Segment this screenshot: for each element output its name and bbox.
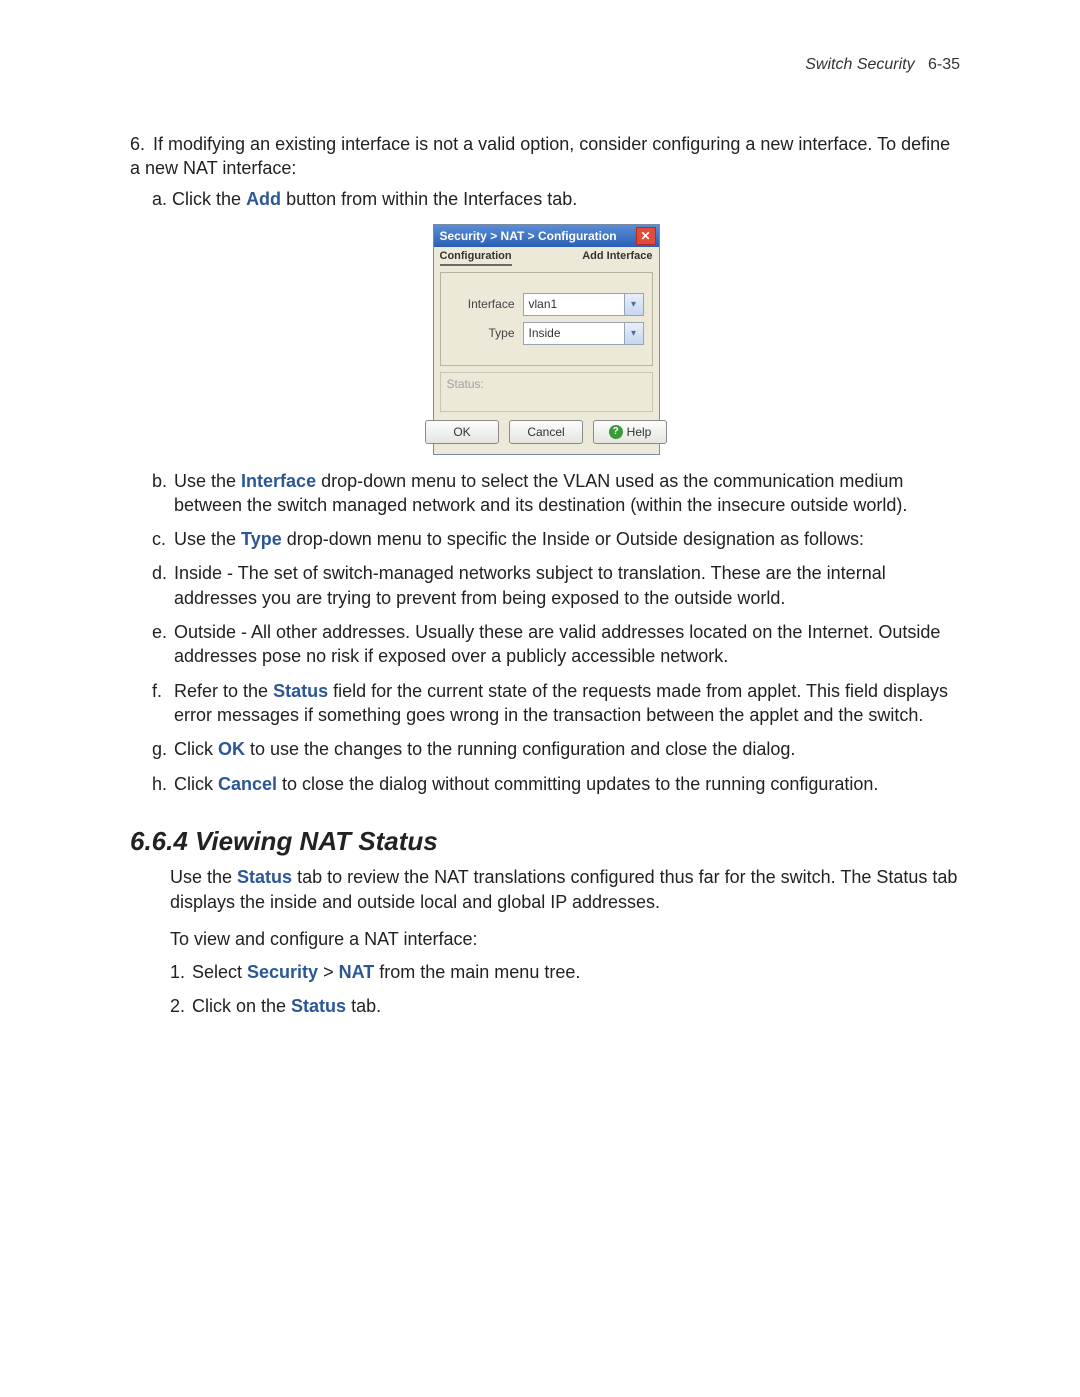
substep-list: b. Use the Interface drop-down menu to s…	[152, 469, 960, 796]
substep-a: a. Click the Add button from within the …	[152, 189, 960, 210]
nat-word: NAT	[339, 962, 375, 982]
page-header: Switch Security 6-35	[130, 56, 960, 74]
cancel-word: Cancel	[218, 774, 277, 794]
substep-text: Inside - The set of switch-managed netwo…	[174, 561, 960, 610]
substep-c: c. Use the Type drop-down menu to specif…	[152, 527, 960, 551]
panel-label-add-interface: Add Interface	[582, 250, 652, 266]
txt: Select	[192, 962, 247, 982]
substep-g: g. Click OK to use the changes to the ru…	[152, 737, 960, 761]
add-interface-dialog-figure: Security > NAT > Configuration ✕ Configu…	[433, 224, 658, 455]
substep-letter: g.	[152, 737, 174, 761]
ok-word: OK	[218, 739, 245, 759]
interface-word: Interface	[241, 471, 316, 491]
type-label: Type	[449, 326, 523, 340]
status-field: Status:	[440, 372, 653, 412]
substep-letter: d.	[152, 561, 174, 610]
substep-text: Click OK to use the changes to the runni…	[174, 737, 960, 761]
txt: Click	[174, 739, 218, 759]
document-page: Switch Security 6-35 6. If modifying an …	[0, 0, 1080, 1397]
substep-b: b. Use the Interface drop-down menu to s…	[152, 469, 960, 518]
substep-a-post: button from within the Interfaces tab.	[281, 189, 577, 209]
substep-e: e. Outside - All other addresses. Usuall…	[152, 620, 960, 669]
txt: Use the	[174, 529, 241, 549]
interface-row: Interface vlan1 ▾	[449, 293, 644, 316]
txt: Click	[174, 774, 218, 794]
step-number: 6.	[130, 132, 148, 156]
dialog-form-panel: Interface vlan1 ▾ Type Inside ▾	[440, 272, 653, 366]
txt: to use the changes to the running config…	[245, 739, 795, 759]
numbered-steps: 1. Select Security > NAT from the main m…	[170, 960, 960, 1018]
ok-button[interactable]: OK	[425, 420, 499, 444]
type-select[interactable]: Inside ▾	[523, 322, 644, 345]
step-number: 2.	[170, 994, 192, 1019]
substep-text: Use the Interface drop-down menu to sele…	[174, 469, 960, 518]
section-intro: Use the Status tab to review the NAT tra…	[170, 865, 960, 915]
dialog-tab-row: Configuration Add Interface	[434, 247, 659, 266]
section-lead: To view and configure a NAT interface:	[170, 927, 960, 952]
step-text: Select Security > NAT from the main menu…	[192, 960, 960, 985]
step-text: If modifying an existing interface is no…	[130, 134, 950, 178]
txt: Use the	[174, 471, 241, 491]
interface-label: Interface	[449, 297, 523, 311]
substep-h: h. Click Cancel to close the dialog with…	[152, 772, 960, 796]
substep-f: f. Refer to the Status field for the cur…	[152, 679, 960, 728]
substep-letter: c.	[152, 527, 174, 551]
add-word: Add	[246, 189, 281, 209]
type-select-value: Inside	[529, 326, 561, 340]
step-text: Click on the Status tab.	[192, 994, 960, 1019]
interface-select-value: vlan1	[529, 297, 558, 311]
page-ref: 6-35	[928, 56, 960, 73]
step-number: 1.	[170, 960, 192, 985]
section-body: Use the Status tab to review the NAT tra…	[170, 865, 960, 1019]
substep-letter: e.	[152, 620, 174, 669]
substep-letter: b.	[152, 469, 174, 518]
security-word: Security	[247, 962, 318, 982]
step-1: 1. Select Security > NAT from the main m…	[170, 960, 960, 985]
dialog-titlebar: Security > NAT > Configuration ✕	[434, 225, 659, 247]
close-icon[interactable]: ✕	[636, 227, 656, 245]
help-button-label: Help	[627, 425, 652, 439]
help-button[interactable]: ? Help	[593, 420, 667, 444]
add-interface-dialog: Security > NAT > Configuration ✕ Configu…	[433, 224, 660, 455]
tab-configuration[interactable]: Configuration	[440, 250, 512, 266]
chapter-title: Switch Security	[805, 56, 914, 73]
substep-text: Outside - All other addresses. Usually t…	[174, 620, 960, 669]
txt: Refer to the	[174, 681, 273, 701]
status-label: Status:	[447, 377, 484, 391]
step-6: 6. If modifying an existing interface is…	[130, 132, 960, 181]
substep-text: Use the Type drop-down menu to specific …	[174, 527, 960, 551]
cancel-button-label: Cancel	[527, 425, 564, 439]
type-row: Type Inside ▾	[449, 322, 644, 345]
page-number-ref	[919, 56, 928, 73]
txt: Use the	[170, 867, 237, 887]
txt: Click on the	[192, 996, 291, 1016]
cancel-button[interactable]: Cancel	[509, 420, 583, 444]
chevron-down-icon: ▾	[624, 294, 643, 315]
dialog-button-row: OK Cancel ? Help	[434, 412, 659, 454]
status-word: Status	[291, 996, 346, 1016]
chevron-down-icon: ▾	[624, 323, 643, 344]
txt: tab.	[346, 996, 381, 1016]
status-word: Status	[237, 867, 292, 887]
substep-a-pre: Click the	[172, 189, 246, 209]
substep-letter: f.	[152, 679, 174, 728]
substep-text: Click Cancel to close the dialog without…	[174, 772, 960, 796]
substep-d: d. Inside - The set of switch-managed ne…	[152, 561, 960, 610]
txt: from the main menu tree.	[374, 962, 580, 982]
substep-text: Refer to the Status field for the curren…	[174, 679, 960, 728]
section-heading: 6.6.4 Viewing NAT Status	[130, 826, 960, 857]
breadcrumb-separator: >	[318, 962, 339, 982]
substep-letter: h.	[152, 772, 174, 796]
dialog-title: Security > NAT > Configuration	[440, 229, 617, 243]
type-word: Type	[241, 529, 282, 549]
interface-select[interactable]: vlan1 ▾	[523, 293, 644, 316]
substep-letter: a.	[152, 189, 167, 209]
step-2: 2. Click on the Status tab.	[170, 994, 960, 1019]
txt: drop-down menu to specific the Inside or…	[282, 529, 864, 549]
txt: to close the dialog without committing u…	[277, 774, 878, 794]
status-word: Status	[273, 681, 328, 701]
ok-button-label: OK	[453, 425, 470, 439]
help-icon: ?	[609, 425, 623, 439]
